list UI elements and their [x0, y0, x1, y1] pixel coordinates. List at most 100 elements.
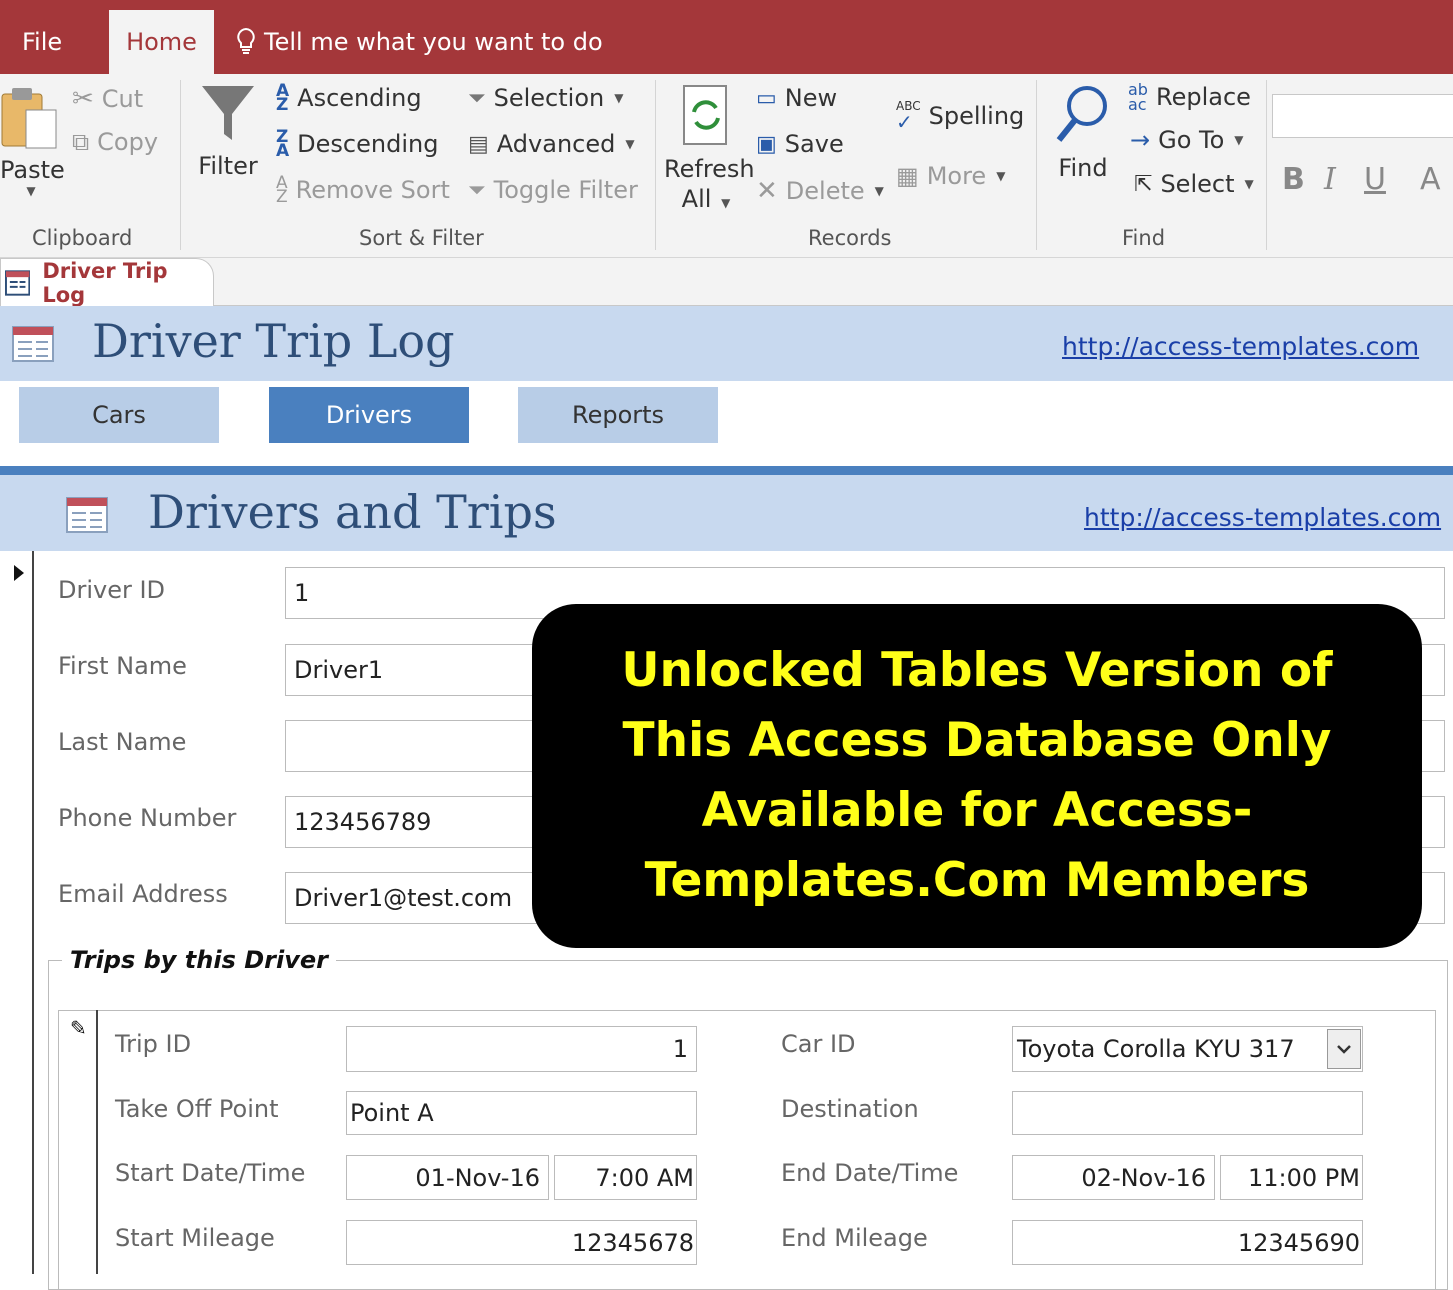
save-icon: ▣ [756, 131, 777, 157]
magnifier-icon [1056, 86, 1107, 142]
end-mileage-field[interactable]: 12345690 [1012, 1220, 1363, 1265]
new-record-button[interactable]: ▭ New [756, 84, 837, 112]
find-button[interactable]: Find [1050, 82, 1116, 182]
spelling-button[interactable]: ABC ✓ Spelling [896, 98, 1024, 133]
last-name-label: Last Name [58, 728, 187, 756]
copy-button[interactable]: ⧉ Copy [72, 128, 158, 156]
end-datetime-label: End Date/Time [781, 1159, 959, 1187]
record-selector[interactable] [0, 551, 34, 1274]
sort-ascending-icon: AZ [276, 81, 290, 115]
filter-button[interactable]: Filter [196, 82, 260, 180]
goto-label: Go To [1158, 126, 1225, 154]
takeoff-point-label: Take Off Point [115, 1095, 279, 1123]
takeoff-point-field[interactable]: Point A [346, 1091, 697, 1135]
chevron-down-icon: ▼ [26, 184, 36, 198]
sort-descending-icon: ZA [276, 127, 290, 161]
scissors-icon: ✂ [72, 84, 94, 114]
paste-icon [1, 88, 57, 149]
nav-reports-button[interactable]: Reports [518, 387, 718, 443]
funnel-icon [202, 86, 254, 140]
page-title: Driver Trip Log [92, 314, 455, 368]
ascending-label: Ascending [297, 84, 422, 112]
paste-button[interactable]: Paste ▼ [0, 84, 65, 198]
delete-icon: ✕ [756, 176, 778, 206]
filter-label: Filter [198, 152, 258, 180]
tab-file[interactable]: File [0, 10, 108, 74]
group-label-clipboard: Clipboard [32, 226, 133, 250]
selection-button[interactable]: ⏷ Selection ▼ [468, 84, 623, 112]
save-button[interactable]: ▣ Save [756, 130, 844, 158]
group-label-find: Find [1122, 226, 1166, 250]
delete-button[interactable]: ✕ Delete ▼ [756, 176, 884, 206]
start-mileage-field[interactable]: 12345678 [346, 1220, 697, 1265]
end-date-field[interactable]: 02-Nov-16 [1012, 1155, 1215, 1200]
form-icon [66, 497, 108, 533]
first-name-label: First Name [58, 652, 187, 680]
destination-field[interactable] [1012, 1091, 1363, 1135]
italic-button[interactable]: I [1324, 162, 1336, 197]
tab-home[interactable]: Home [109, 10, 214, 74]
car-id-dropdown-button[interactable] [1327, 1029, 1361, 1069]
cursor-icon: ⇱ [1134, 171, 1153, 197]
group-label-records: Records [808, 226, 892, 250]
more-button[interactable]: ▦ More ▼ [896, 162, 1005, 190]
form-icon [12, 326, 54, 362]
goto-button[interactable]: → Go To ▼ [1130, 126, 1244, 154]
end-time-field[interactable]: 11:00 PM [1220, 1155, 1363, 1200]
toggle-filter-label: Toggle Filter [493, 176, 638, 204]
refresh-label: Refresh [664, 155, 755, 183]
website-link[interactable]: http://access-templates.com [1062, 332, 1419, 361]
form-icon [5, 270, 31, 296]
spelling-label: Spelling [928, 101, 1025, 130]
driver-id-label: Driver ID [58, 576, 166, 604]
divider [1036, 80, 1037, 250]
toggle-filter-button[interactable]: ⏷ Toggle Filter [468, 176, 638, 204]
subform-header: Drivers and Trips http://access-template… [0, 475, 1453, 551]
chevron-down-icon: ▼ [874, 184, 884, 198]
website-link[interactable]: http://access-templates.com [1084, 503, 1441, 532]
trip-id-field[interactable]: 1 [346, 1026, 697, 1072]
replace-button[interactable]: ab ac Replace [1128, 82, 1251, 113]
nav-cars-button[interactable]: Cars [19, 387, 219, 443]
car-id-combo[interactable]: Toyota Corolla KYU 317 [1012, 1026, 1363, 1072]
save-label: Save [784, 130, 844, 158]
copy-icon: ⧉ [72, 128, 90, 156]
find-label: Find [1058, 154, 1108, 182]
title-bar: File Home Tell me what you want to do [0, 0, 1453, 74]
cut-button[interactable]: ✂ Cut [72, 84, 143, 114]
divider [180, 80, 181, 250]
font-color-button[interactable]: A [1420, 162, 1441, 197]
table-icon: ▦ [896, 162, 919, 190]
remove-sort-label: Remove Sort [295, 176, 450, 204]
nav-drivers-button[interactable]: Drivers [269, 387, 469, 443]
start-date-field[interactable]: 01-Nov-16 [346, 1155, 549, 1200]
advanced-button[interactable]: ▤ Advanced ▼ [468, 130, 635, 158]
tab-driver-trip-log[interactable]: Driver Trip Log [0, 258, 214, 307]
select-label: Select [1160, 170, 1235, 198]
car-id-label: Car ID [781, 1030, 856, 1058]
underline-button[interactable]: U [1364, 162, 1386, 197]
tell-me-box[interactable]: Tell me what you want to do [236, 10, 603, 74]
font-name-box[interactable] [1272, 94, 1453, 138]
bold-button[interactable]: B [1282, 162, 1305, 197]
remove-sort-button[interactable]: A Z Remove Sort [276, 175, 450, 206]
select-button[interactable]: ⇱ Select ▼ [1134, 170, 1254, 198]
arrow-right-icon: → [1130, 126, 1151, 154]
divider [0, 466, 1453, 475]
start-time-field[interactable]: 7:00 AM [554, 1155, 697, 1200]
lightbulb-icon [237, 27, 255, 54]
ascending-button[interactable]: A Z Ascending [276, 81, 422, 115]
subform-record-selector[interactable]: ✎ [58, 1010, 98, 1274]
phone-number-label: Phone Number [58, 804, 237, 832]
selection-filter-icon: ⏷ [468, 85, 486, 111]
group-label-sort-filter: Sort & Filter [359, 226, 484, 250]
chevron-down-icon: ▼ [721, 196, 731, 210]
selection-label: Selection [493, 84, 605, 112]
cut-label: Cut [101, 85, 144, 113]
refresh-all-button[interactable]: Refresh All ▼ [664, 82, 755, 218]
copy-label: Copy [97, 128, 159, 156]
end-mileage-label: End Mileage [781, 1224, 928, 1252]
descending-button[interactable]: Z A Descending [276, 127, 438, 161]
chevron-down-icon: ▼ [996, 169, 1006, 183]
start-mileage-label: Start Mileage [115, 1224, 275, 1252]
